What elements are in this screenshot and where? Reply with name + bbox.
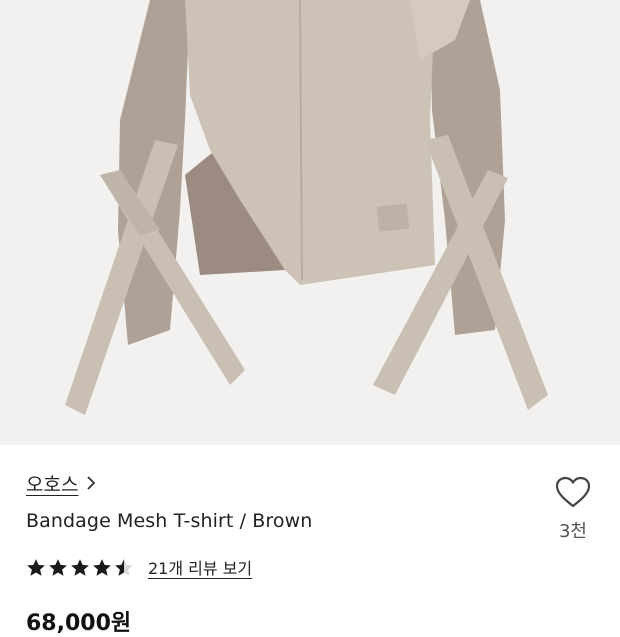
star-icon xyxy=(27,558,45,576)
product-info: 오호스 Bandage Mesh T-shirt / Brown 21개 리뷰 … xyxy=(0,445,620,636)
product-image[interactable] xyxy=(0,0,620,445)
star-icon xyxy=(115,558,133,576)
like-button[interactable]: 3천 xyxy=(552,475,594,543)
chevron-right-icon xyxy=(86,472,96,496)
like-count: 3천 xyxy=(558,521,587,542)
rating: 21개 리뷰 보기 xyxy=(26,555,252,579)
product-title: Bandage Mesh T-shirt / Brown xyxy=(26,510,313,532)
review-link[interactable]: 21개 리뷰 보기 xyxy=(148,555,252,579)
brand-link[interactable]: 오호스 xyxy=(26,470,96,497)
heart-outline-icon xyxy=(552,475,594,509)
star-icon xyxy=(93,558,111,576)
brand-label: 오호스 xyxy=(26,474,79,496)
star-icon xyxy=(71,558,89,576)
garment-illustration xyxy=(65,0,548,415)
product-price: 68,000원 xyxy=(26,611,132,636)
rating-stars xyxy=(26,558,134,577)
star-icon xyxy=(49,558,67,576)
